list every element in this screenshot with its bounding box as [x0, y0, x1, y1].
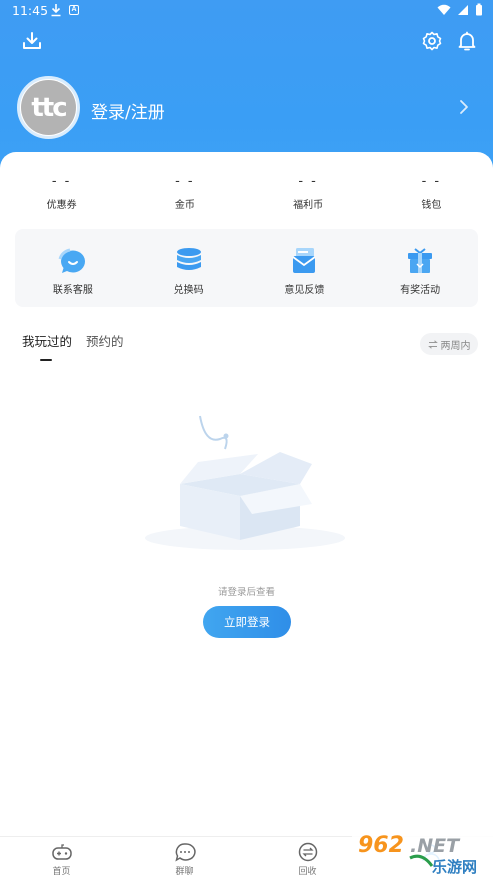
empty-state-text: 请登录后查看: [217, 587, 275, 598]
tool-customer-service[interactable]: 联系客服: [15, 229, 131, 307]
stat-label: 优惠券: [46, 200, 77, 211]
status-indicators: [437, 3, 483, 16]
login-now-button[interactable]: 立即登录: [203, 606, 291, 638]
bell-icon: [458, 31, 476, 51]
nav-home[interactable]: 首页: [0, 837, 123, 878]
avatar-placeholder-text: ttc: [21, 80, 76, 135]
swap-icon: [427, 339, 438, 349]
tab-label: 预约的: [86, 334, 124, 349]
stat-label: 金币: [174, 200, 195, 211]
exchange-icon: [298, 842, 317, 862]
tool-label: 有奖活动: [400, 285, 441, 296]
time-filter-chip[interactable]: 两周内: [420, 333, 478, 355]
stat-wallet[interactable]: - - 钱包: [370, 174, 493, 214]
login-register-label[interactable]: 登录/注册: [91, 98, 165, 123]
tool-label: 联系客服: [52, 285, 93, 296]
battery-icon: [476, 3, 482, 16]
empty-box-illustration: [145, 415, 345, 550]
tool-feedback[interactable]: 意见反馈: [247, 229, 363, 307]
tab-played[interactable]: 我玩过的: [22, 331, 73, 361]
stat-value: - -: [175, 174, 195, 189]
nav-label: 首页: [52, 867, 71, 877]
notifications-button[interactable]: [456, 30, 478, 52]
stat-value: - -: [421, 174, 442, 189]
svg-text:962: 962: [358, 833, 404, 858]
stat-label: 福利币: [293, 200, 324, 211]
settings-button[interactable]: [421, 30, 443, 52]
tool-label: 兑换码: [173, 285, 204, 296]
tool-label: 意见反馈: [284, 285, 325, 296]
main-card: - - 优惠券 - - 金币 - - 福利币 - - 钱包 联系客服 兑换码 意…: [0, 152, 493, 878]
svg-text:乐游网: 乐游网: [432, 858, 477, 876]
nav-group-chat[interactable]: 群聊: [123, 837, 246, 878]
tool-reward-activity[interactable]: 有奖活动: [362, 229, 478, 307]
download-status-icon: [51, 4, 61, 17]
stats-row: - - 优惠券 - - 金币 - - 福利币 - - 钱包: [0, 174, 493, 214]
nav-recycle[interactable]: 回收: [246, 837, 369, 878]
mail-icon: [292, 248, 316, 273]
stat-value: - -: [51, 174, 72, 189]
download-button[interactable]: [21, 30, 43, 52]
avatar[interactable]: ttc: [17, 76, 80, 139]
nav-label: 回收: [298, 867, 317, 877]
gamepad-icon: [51, 844, 72, 860]
app-notification-icon: A: [69, 5, 79, 15]
message-icon: [174, 843, 196, 862]
stat-label: 钱包: [421, 200, 442, 211]
stat-value: - -: [298, 174, 318, 189]
download-icon: [23, 32, 41, 49]
tab-label: 我玩过的: [22, 334, 73, 349]
chat-bubble-icon: [58, 248, 85, 273]
gift-icon: [408, 248, 433, 273]
database-stack-icon: [176, 248, 201, 270]
status-time: 11:45: [12, 3, 49, 18]
signal-icon: [458, 4, 468, 15]
stat-gold-coins[interactable]: - - 金币: [123, 174, 246, 214]
wifi-icon: [437, 4, 451, 15]
status-bar: 11:45 A: [0, 0, 493, 22]
tool-redeem-code[interactable]: 兑换码: [131, 229, 247, 307]
stat-welfare-coins[interactable]: - - 福利币: [247, 174, 370, 214]
tools-panel: 联系客服 兑换码 意见反馈 有奖活动: [15, 229, 478, 307]
nav-label: 群聊: [175, 867, 194, 877]
gear-icon: [422, 31, 442, 51]
svg-text:.NET: .NET: [410, 835, 461, 857]
tab-reserved[interactable]: 预约的: [86, 331, 124, 355]
filter-label: 两周内: [440, 340, 471, 352]
profile-login-row[interactable]: ttc 登录/注册: [17, 76, 477, 140]
chevron-right-icon: [460, 100, 468, 114]
site-watermark-logo: 962 .NET 乐游网: [352, 828, 493, 878]
history-tabs: 我玩过的 预约的: [22, 331, 124, 361]
active-tab-indicator: [40, 359, 52, 361]
stat-coupons[interactable]: - - 优惠券: [0, 174, 123, 214]
